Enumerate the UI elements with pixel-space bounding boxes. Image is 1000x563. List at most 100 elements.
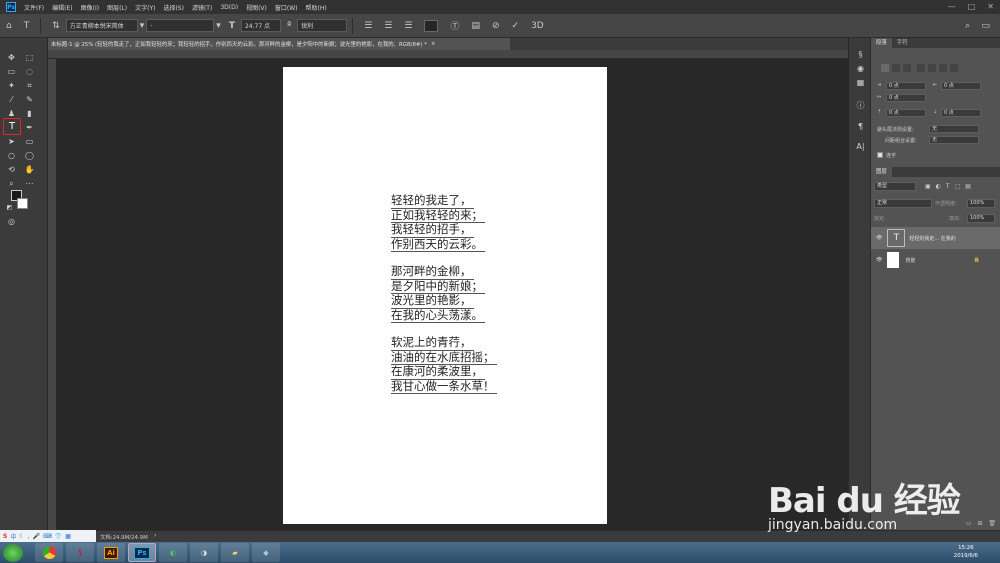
mic-icon[interactable]: 🎤 [33,533,40,540]
acrobat-icon[interactable]: ⟆ [66,543,94,562]
layer-name[interactable]: 轻轻的我走... 在我的 [909,235,955,242]
orientation-icon[interactable]: ⇅ [52,21,60,31]
lasso-tool-icon[interactable]: ◌ [24,66,35,77]
marquee-tool-icon[interactable]: ▭ [6,66,17,77]
color-icon[interactable]: ◉ [855,64,866,75]
chevron-down-icon[interactable]: ▾ [140,21,145,31]
visibility-eye-icon[interactable]: 👁 [876,235,882,241]
layer-filter-select[interactable]: 类型 [874,182,916,191]
text-layer-content[interactable]: 轻轻的我走了， 正如我轻轻的来； 我轻轻的招手， 作别西天的云彩。 那河畔的金柳… [391,193,497,407]
indent-first-input[interactable]: 0 点 [886,94,926,102]
opacity-input[interactable]: 100% [967,199,995,208]
align-left-icon[interactable] [881,64,889,72]
chevron-right-icon[interactable]: › [154,532,156,539]
type-filter-icon[interactable]: T [946,183,950,190]
eyedropper-tool-icon[interactable]: ⁄ [6,94,17,105]
panels-icon[interactable]: ▤ [471,21,480,31]
start-button[interactable] [3,543,23,562]
text-color-swatch[interactable] [424,19,439,32]
layer-row[interactable]: 👁 T 轻轻的我走... 在我的 [871,227,1000,249]
magic-wand-tool-icon[interactable]: ✦ [6,80,17,91]
close-button[interactable]: ✕ [987,2,994,11]
pixel-filter-icon[interactable]: ▣ [925,183,931,190]
menu-layer[interactable]: 图层(L) [107,3,127,12]
chrome-icon[interactable] [35,543,63,562]
menu-image[interactable]: 图像(I) [81,3,99,12]
maximize-button[interactable]: □ [968,2,976,11]
system-clock[interactable]: 15:26 2019/6/6 [954,544,978,560]
align-right-icon[interactable] [903,64,911,72]
brush-tool-icon[interactable]: ✎ [24,94,35,105]
antialias-select[interactable]: 锐利 [297,19,348,32]
sogou-icon[interactable]: S [3,533,7,540]
menu-view[interactable]: 视图(V) [246,3,267,12]
minimize-button[interactable]: — [948,2,956,11]
search-icon[interactable]: ⌕ [965,21,970,31]
align-left-icon[interactable]: ☰ [364,21,372,31]
tab-character[interactable]: 字符 [892,38,913,48]
font-style-select[interactable]: - [146,19,215,32]
spacing-select[interactable]: 无 [929,136,979,144]
workspace-icon[interactable]: ▭ [981,21,990,31]
text-tool-icon[interactable]: T [24,21,30,31]
app-icon[interactable]: ◑ [190,543,218,562]
align-right-icon[interactable]: ☰ [404,21,412,31]
visibility-eye-icon[interactable]: 👁 [876,257,882,263]
commit-icon[interactable]: ✓ [512,21,520,31]
space-before-input[interactable]: 0 点 [886,109,926,117]
hyphenate-checkbox[interactable] [877,152,883,158]
rotate-view-tool-icon[interactable]: ⟲ [6,164,17,175]
layer-row[interactable]: 👁 背景 🔒 [871,249,1000,271]
chinese-mode-icon[interactable]: 中 [10,532,16,541]
adjustments-icon[interactable]: ¶ [855,122,866,133]
menu-edit[interactable]: 编辑(E) [52,3,72,12]
menu-3d[interactable]: 3D(D) [220,4,238,11]
space-after-input[interactable]: 0 点 [941,109,981,117]
blend-mode-select[interactable]: 正常 [874,199,932,208]
tab-layers[interactable]: 图层 [871,167,892,177]
font-size-input[interactable]: 24.77 点 [240,19,281,32]
type-tool-icon[interactable]: T [3,118,21,135]
app-icon[interactable]: ◐ [159,543,187,562]
avoid-select[interactable]: 无 [929,125,979,133]
fill-input[interactable]: 100% [967,214,995,223]
menu-file[interactable]: 文件(F) [24,3,44,12]
justify-all-icon[interactable] [950,64,958,72]
quick-mask-icon[interactable]: ◎ [6,216,17,227]
info-icon[interactable]: ⓘ [855,100,866,111]
history-icon[interactable]: § [855,50,866,61]
home-icon[interactable]: ⌂ [6,21,12,31]
align-center-icon[interactable] [892,64,900,72]
justify-left-icon[interactable] [917,64,925,72]
menu-type[interactable]: 文字(Y) [135,3,155,12]
menu-filter[interactable]: 滤镜(T) [192,3,212,12]
path-select-tool-icon[interactable]: ➤ [6,136,17,147]
zoom-tool-icon[interactable]: ⌕ [6,178,17,189]
moon-icon[interactable]: ☾ [19,533,24,540]
tab-paragraph[interactable]: 段落 [871,38,892,48]
ellipse-tool-icon[interactable]: ○ [6,150,17,161]
chevron-down-icon[interactable]: ▾ [216,21,221,31]
document-tab[interactable]: 未标题-1 @ 25% (轻轻的我走了，正如我轻轻的来；我轻轻的招手，作别西天的… [48,38,510,50]
app-icon[interactable]: ◆ [252,543,280,562]
crop-tool-icon[interactable]: ⌗ [24,80,35,91]
custom-shape-tool-icon[interactable]: ◯ [24,150,35,161]
menu-select[interactable]: 选择(S) [163,3,184,12]
pen-tool-icon[interactable]: ✒ [24,122,35,133]
menu-window[interactable]: 窗口(W) [275,3,298,12]
more-tools-icon[interactable]: ⋯ [24,178,35,189]
font-family-select[interactable]: 方正青柳本悦宋简体 [65,19,138,32]
illustrator-icon[interactable]: Ai [97,543,125,562]
move-tool-icon[interactable]: ✥ [6,52,17,63]
shape-filter-icon[interactable]: ⬚ [955,183,961,190]
indent-right-input[interactable]: 0 点 [941,82,981,90]
keyboard-icon[interactable]: ⌨ [43,533,52,540]
skin-icon[interactable]: 👕 [55,533,62,540]
warp-text-icon[interactable]: Ⓣ [450,19,459,32]
adjustment-filter-icon[interactable]: ◐ [936,183,941,190]
rectangle-tool-icon[interactable]: ▭ [24,136,35,147]
align-center-icon[interactable]: ☰ [384,21,392,31]
glyphs-icon[interactable]: A| [855,142,866,153]
3d-icon[interactable]: 3D [531,21,544,31]
menu-help[interactable]: 帮助(H) [306,3,327,12]
